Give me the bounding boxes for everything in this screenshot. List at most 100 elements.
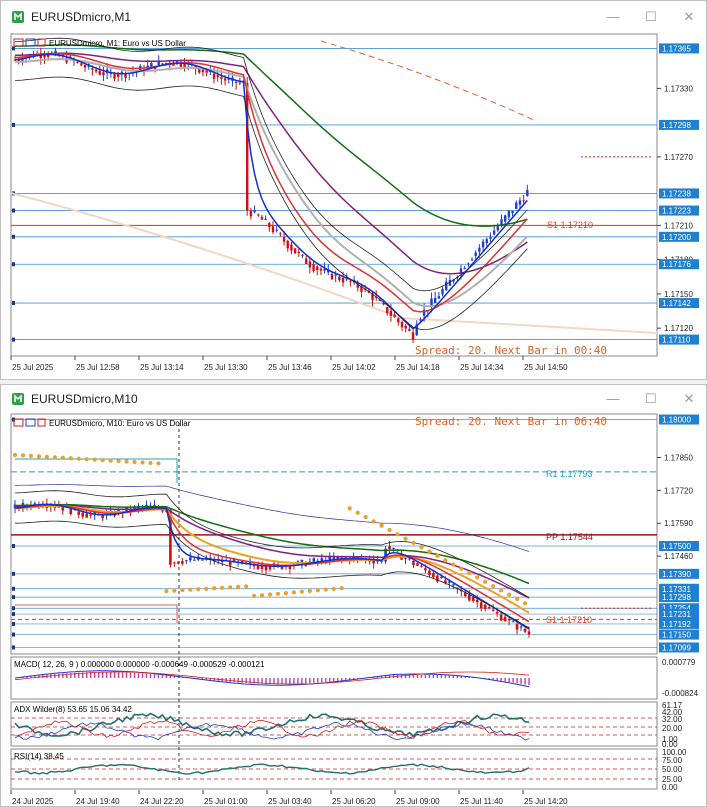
candle-body [428,570,431,576]
price-tag-label: 1.17365 [662,44,691,53]
price-chart-m10[interactable]: EURUSDmicro, M10: Euro vs US Dollar Spre… [1,413,706,807]
minimize-icon[interactable]: — [606,10,620,24]
sar-dot [92,457,97,462]
candle-body [124,73,127,78]
sar-dot [427,549,432,554]
sar-dot [339,586,344,591]
time-axis-label: 25 Jul 14:02 [332,363,376,372]
price-tag-label: 1.17238 [662,189,691,198]
candle-body [411,332,415,340]
candle-body [437,296,441,299]
indicator-scale-label: 0.00 [662,783,678,792]
time-axis-label: 24 Jul 2025 [12,797,54,806]
sar-dot [307,588,312,594]
chart-window-m1[interactable]: EURUSDmicro,M1 — ☐ ✕ EURUSDmicro, M1: Eu… [0,0,707,380]
sar-dot [363,514,368,520]
sar-dot [347,506,352,511]
sar-dot [387,527,392,533]
sar-dot [180,588,185,593]
sar-dot [371,519,376,524]
candle-body [479,602,483,609]
candle-body [523,628,527,632]
close-icon[interactable]: ✕ [682,392,696,406]
candle-body [491,609,495,611]
candle-body [478,247,481,252]
price-tag-label: 1.17150 [662,631,691,640]
sar-dot [108,458,113,463]
price-chart-m1[interactable]: EURUSDmicro, M1: Euro vs US Dollar Sprea… [1,33,706,381]
candle-body [91,68,94,70]
candle-body [496,226,500,231]
price-tag-label: 1.17500 [662,542,691,551]
sar-dot [228,585,233,590]
level-marker [12,621,15,626]
chart-window-m10[interactable]: EURUSDmicro,M10 — ☐ ✕ EURUSDmicro, M10: … [0,384,707,807]
sar-dot [124,459,129,464]
candle-body [424,568,427,571]
candle-body [76,61,79,63]
level-marker [12,586,15,591]
candle-body [33,503,37,505]
candle-body [301,254,304,256]
window-titlebar[interactable]: EURUSDmicro,M10 — ☐ ✕ [1,385,706,413]
candle-body [463,268,466,270]
candle-body [408,329,411,331]
window-title: EURUSDmicro,M10 [31,392,138,406]
candle-body [452,584,455,586]
candle-body [181,561,184,564]
candle-body [320,558,324,561]
candle-body [223,78,227,81]
price-tag-label: 1.17192 [662,620,691,629]
price-tag-label: 1.17231 [662,610,691,619]
candle-body [85,513,89,518]
sar-dot [60,455,65,460]
price-tag-label: 1.17298 [662,121,691,130]
candle-body [522,200,525,202]
sar-dot [499,588,504,593]
candle-body [297,251,300,254]
sar-dot [36,454,42,459]
candle-body [332,557,336,560]
candle-body [271,226,275,233]
maximize-icon[interactable]: ☐ [644,10,658,24]
level-marker [12,337,15,342]
sar-dot [220,585,225,590]
sar-dot [156,461,161,466]
sar-dot [459,566,464,571]
sar-dot [491,583,496,589]
candle-body [268,566,272,570]
time-axis-label: 24 Jul 19:40 [76,797,120,806]
candle-body [282,237,286,242]
candle-body [507,619,511,621]
candle-body [412,560,415,565]
indicator-scale-label: 32.00 [662,715,683,724]
candle-body [393,314,396,318]
minimize-icon[interactable]: — [606,392,620,406]
close-icon[interactable]: ✕ [682,10,696,24]
time-axis-label: 25 Jul 12:58 [76,363,120,372]
candle-body [113,74,116,79]
sar-dot [522,601,528,606]
candle-body [279,233,282,235]
level-marker [12,606,15,611]
price-axis-label: 1.17150 [664,290,693,299]
sar-dot [379,523,384,528]
maximize-icon[interactable]: ☐ [644,392,658,406]
macd-label: MACD( 12, 26, 9 ) 0.000000 0.000000 -0.0… [14,660,265,669]
time-axis-label: 25 Jul 14:20 [524,797,568,806]
sar-dot [267,592,273,597]
candle-body [440,576,443,578]
pivot-s1-label: S1 1.17210 [547,220,593,230]
candle-body [382,303,385,305]
candle-body [319,268,323,271]
candle-body [189,557,192,561]
candle-body [441,288,444,295]
sar-dot [52,455,57,460]
candle-body [293,248,297,254]
window-titlebar[interactable]: EURUSDmicro,M1 — ☐ ✕ [1,1,706,33]
mt-app-icon [11,10,25,24]
candle-body [467,263,470,265]
sar-dot [196,587,201,592]
candle-body [404,325,407,329]
candle-body [527,631,531,635]
